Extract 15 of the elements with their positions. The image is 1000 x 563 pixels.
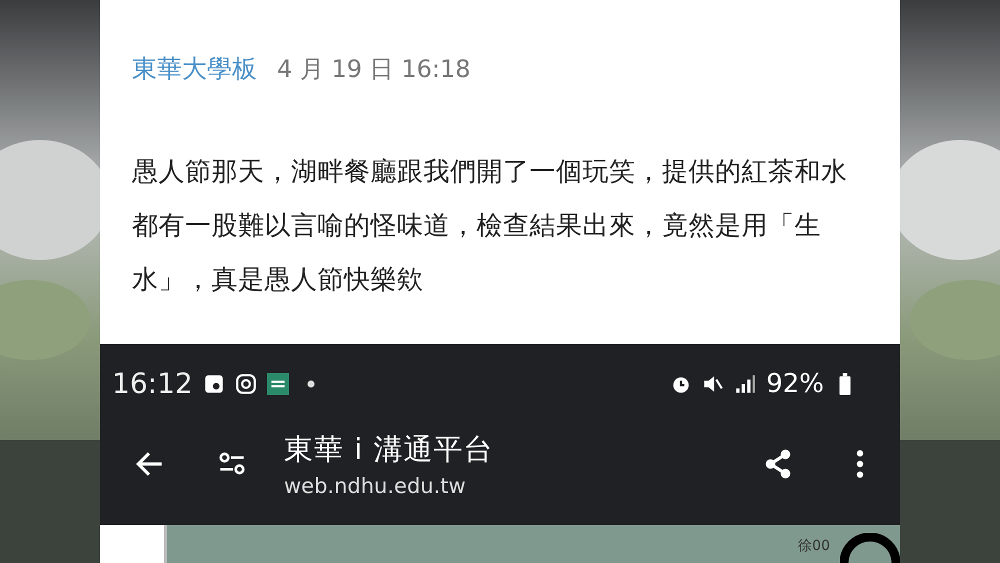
camera-icon [234, 372, 257, 395]
post-date: 4 月 19 日 16:18 [277, 54, 470, 85]
author-name: 徐00 [798, 537, 830, 555]
battery-percent: 92% [766, 368, 824, 399]
page-title: 東華 i 溝通平台 [284, 430, 494, 468]
signal-icon [734, 372, 756, 395]
post-body: 愚人節那天，湖畔餐廳跟我們開了一個玩笑，提供的紅茶和水都有一股難以言喻的怪味道，檢查結果出來，竟然是用「生水」，真是愚人節快樂欸 [132, 156, 848, 297]
status-time: 16:12 [112, 367, 193, 400]
app-icon [266, 372, 289, 395]
board-link[interactable]: 東華大學板 [132, 52, 257, 85]
gallery-icon [202, 372, 225, 395]
page-url: web.ndhu.edu.tw [284, 474, 467, 498]
avatar-icon [840, 533, 900, 563]
notification-dot-icon [306, 380, 315, 388]
more-menu-icon[interactable] [854, 448, 866, 480]
